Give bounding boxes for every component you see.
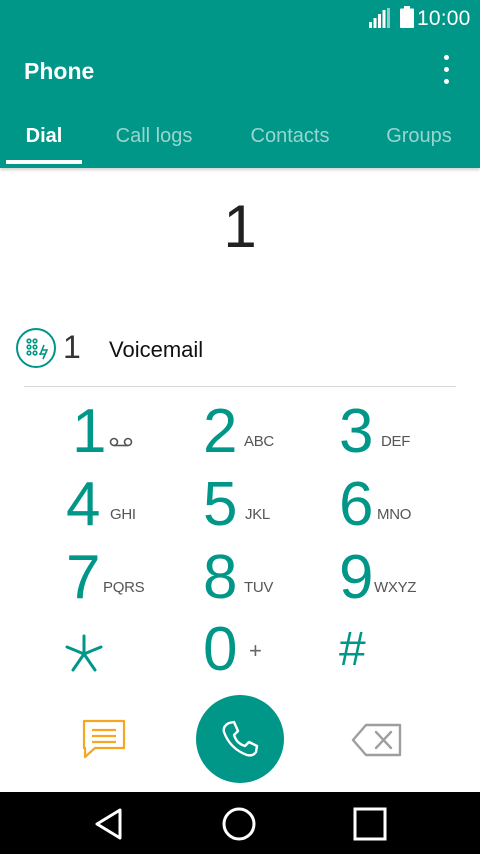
key-7[interactable]: 7 PQRS bbox=[66, 544, 206, 612]
key-digit: 9 bbox=[339, 543, 374, 612]
key-digit: 0 bbox=[203, 615, 238, 684]
key-digit: 6 bbox=[339, 470, 374, 539]
key-6[interactable]: 6 MNO bbox=[339, 471, 479, 539]
key-2[interactable]: 2 ABC bbox=[203, 398, 343, 466]
key-3[interactable]: 3 DEF bbox=[339, 398, 479, 466]
key-5[interactable]: 5 JKL bbox=[203, 471, 343, 539]
message-icon[interactable] bbox=[81, 718, 127, 760]
key-letters: DEF bbox=[381, 433, 411, 450]
tab-indicator bbox=[6, 160, 82, 164]
recents-icon[interactable] bbox=[352, 806, 388, 842]
voicemail-icon bbox=[109, 437, 133, 447]
signal-icon bbox=[369, 8, 390, 28]
tab-groups[interactable]: Groups bbox=[374, 116, 464, 164]
key-9[interactable]: 9 WXYZ bbox=[339, 544, 479, 612]
suggestion-name: Voicemail bbox=[109, 337, 204, 362]
key-digit: 8 bbox=[203, 543, 238, 612]
divider bbox=[24, 386, 456, 387]
back-icon[interactable] bbox=[92, 806, 128, 842]
key-4[interactable]: 4 GHI bbox=[66, 471, 206, 539]
backspace-icon[interactable] bbox=[351, 722, 403, 758]
more-vert-icon[interactable] bbox=[434, 52, 460, 88]
key-digit: 7 bbox=[66, 543, 101, 612]
battery-icon bbox=[400, 6, 414, 28]
suggestion-key: 1 bbox=[63, 329, 81, 365]
key-digit: 3 bbox=[339, 397, 374, 466]
key-letters: JKL bbox=[245, 506, 270, 523]
key-letters: MNO bbox=[377, 506, 412, 523]
tab-bar: Dial Call logs Contacts Groups bbox=[0, 116, 480, 168]
key-digit: 1 bbox=[72, 397, 107, 466]
call-button[interactable] bbox=[196, 695, 284, 783]
key-letters: WXYZ bbox=[374, 579, 417, 596]
key-star[interactable] bbox=[64, 618, 204, 686]
phone-call-icon bbox=[222, 720, 259, 757]
status-time: 10:00 bbox=[417, 7, 471, 30]
key-digit: # bbox=[339, 623, 366, 676]
key-digit: 5 bbox=[203, 470, 238, 539]
key-8[interactable]: 8 TUV bbox=[203, 544, 343, 612]
key-letters: GHI bbox=[110, 506, 136, 523]
key-digit-star bbox=[65, 634, 103, 672]
key-plus: + bbox=[249, 638, 262, 663]
app-title: Phone bbox=[24, 58, 95, 84]
home-icon[interactable] bbox=[221, 806, 257, 842]
key-digit: 2 bbox=[203, 397, 238, 466]
key-letters: TUV bbox=[244, 579, 274, 596]
navigation-bar bbox=[0, 792, 480, 854]
tab-dial[interactable]: Dial bbox=[0, 116, 88, 164]
voicemail-speed-dial-icon bbox=[16, 328, 56, 368]
key-0[interactable]: 0 + bbox=[203, 616, 343, 684]
key-letters: PQRS bbox=[103, 579, 145, 596]
status-bar: 10:00 bbox=[0, 0, 480, 38]
app-bar: Phone Dial Call logs Contacts Groups bbox=[0, 38, 480, 168]
key-digit: 4 bbox=[66, 470, 101, 539]
tab-contacts[interactable]: Contacts bbox=[236, 116, 344, 164]
key-hash[interactable]: # bbox=[339, 616, 479, 684]
speed-dial-suggestion[interactable]: 1 Voicemail bbox=[0, 322, 480, 378]
key-letters: ABC bbox=[244, 433, 274, 450]
dialed-number-display[interactable]: 1 bbox=[0, 192, 480, 261]
key-1[interactable]: 1 bbox=[72, 398, 212, 466]
tab-call-logs[interactable]: Call logs bbox=[100, 116, 208, 164]
